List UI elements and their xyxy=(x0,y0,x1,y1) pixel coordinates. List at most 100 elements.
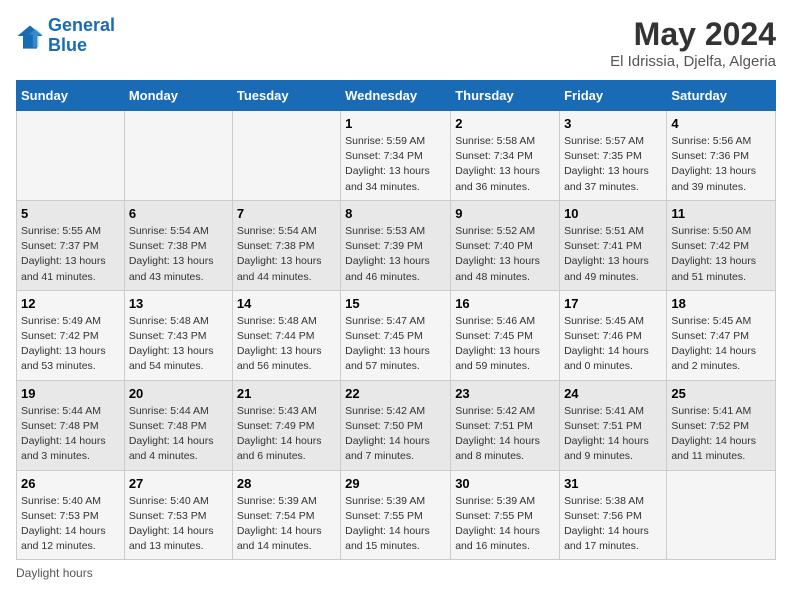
calendar-cell: 12 Sunrise: 5:49 AMSunset: 7:42 PMDayligh… xyxy=(17,290,125,380)
calendar-cell: 15 Sunrise: 5:47 AMSunset: 7:45 PMDayligh… xyxy=(341,290,451,380)
header-day-tuesday: Tuesday xyxy=(232,81,340,111)
day-info: Sunrise: 5:46 AMSunset: 7:45 PMDaylight:… xyxy=(455,314,555,375)
day-number: 30 xyxy=(455,476,555,491)
day-number: 26 xyxy=(21,476,120,491)
calendar-cell: 1 Sunrise: 5:59 AMSunset: 7:34 PMDaylight… xyxy=(341,111,451,201)
day-info: Sunrise: 5:38 AMSunset: 7:56 PMDaylight:… xyxy=(564,494,662,555)
header-day-saturday: Saturday xyxy=(667,81,776,111)
day-number: 14 xyxy=(237,296,336,311)
calendar-cell: 30Sunrise: 5:39 AMSunset: 7:55 PMDayligh… xyxy=(451,470,560,560)
day-number: 20 xyxy=(129,386,228,401)
day-info: Sunrise: 5:42 AMSunset: 7:50 PMDaylight:… xyxy=(345,404,446,465)
page-header: General Blue May 2024 El Idrissia, Djelf… xyxy=(16,16,776,70)
calendar-cell: 29Sunrise: 5:39 AMSunset: 7:55 PMDayligh… xyxy=(341,470,451,560)
day-number: 18 xyxy=(671,296,771,311)
day-number: 15 xyxy=(345,296,446,311)
day-number: 9 xyxy=(455,206,555,221)
day-info: Sunrise: 5:49 AMSunset: 7:42 PMDaylight:… xyxy=(21,314,120,375)
day-info: Sunrise: 5:42 AMSunset: 7:51 PMDaylight:… xyxy=(455,404,555,465)
day-info: Sunrise: 5:52 AMSunset: 7:40 PMDaylight:… xyxy=(455,224,555,285)
calendar-cell: 27Sunrise: 5:40 AMSunset: 7:53 PMDayligh… xyxy=(124,470,232,560)
calendar-cell: 18 Sunrise: 5:45 AMSunset: 7:47 PMDayligh… xyxy=(667,290,776,380)
logo-icon xyxy=(16,22,44,50)
header-day-monday: Monday xyxy=(124,81,232,111)
calendar-cell: 13 Sunrise: 5:48 AMSunset: 7:43 PMDayligh… xyxy=(124,290,232,380)
logo-line1: General xyxy=(48,15,115,35)
calendar-cell xyxy=(17,111,125,201)
day-info: Sunrise: 5:54 AMSunset: 7:38 PMDaylight:… xyxy=(237,224,336,285)
calendar-cell: 26Sunrise: 5:40 AMSunset: 7:53 PMDayligh… xyxy=(17,470,125,560)
day-number: 22 xyxy=(345,386,446,401)
day-info: Sunrise: 5:47 AMSunset: 7:45 PMDaylight:… xyxy=(345,314,446,375)
day-number: 23 xyxy=(455,386,555,401)
day-number: 21 xyxy=(237,386,336,401)
day-number: 5 xyxy=(21,206,120,221)
calendar-body: 1 Sunrise: 5:59 AMSunset: 7:34 PMDaylight… xyxy=(17,111,776,560)
day-number: 10 xyxy=(564,206,662,221)
day-number: 11 xyxy=(671,206,771,221)
week-row-3: 12 Sunrise: 5:49 AMSunset: 7:42 PMDayligh… xyxy=(17,290,776,380)
day-info: Sunrise: 5:57 AMSunset: 7:35 PMDaylight:… xyxy=(564,134,662,195)
calendar-cell: 21 Sunrise: 5:43 AMSunset: 7:49 PMDayligh… xyxy=(232,380,340,470)
day-info: Sunrise: 5:41 AMSunset: 7:51 PMDaylight:… xyxy=(564,404,662,465)
day-info: Sunrise: 5:44 AMSunset: 7:48 PMDaylight:… xyxy=(129,404,228,465)
day-number: 12 xyxy=(21,296,120,311)
day-number: 13 xyxy=(129,296,228,311)
day-number: 8 xyxy=(345,206,446,221)
logo-line2: Blue xyxy=(48,35,87,55)
week-row-2: 5 Sunrise: 5:55 AMSunset: 7:37 PMDaylight… xyxy=(17,200,776,290)
calendar-cell: 31 Sunrise: 5:38 AMSunset: 7:56 PMDayligh… xyxy=(560,470,667,560)
calendar-cell: 22 Sunrise: 5:42 AMSunset: 7:50 PMDayligh… xyxy=(341,380,451,470)
calendar-cell: 25 Sunrise: 5:41 AMSunset: 7:52 PMDayligh… xyxy=(667,380,776,470)
calendar-cell: 16Sunrise: 5:46 AMSunset: 7:45 PMDayligh… xyxy=(451,290,560,380)
day-info: Sunrise: 5:48 AMSunset: 7:43 PMDaylight:… xyxy=(129,314,228,375)
day-number: 24 xyxy=(564,386,662,401)
day-number: 17 xyxy=(564,296,662,311)
day-number: 6 xyxy=(129,206,228,221)
day-info: Sunrise: 5:45 AMSunset: 7:46 PMDaylight:… xyxy=(564,314,662,375)
header-day-thursday: Thursday xyxy=(451,81,560,111)
main-title: May 2024 xyxy=(610,16,776,53)
day-info: Sunrise: 5:39 AMSunset: 7:55 PMDaylight:… xyxy=(345,494,446,555)
calendar-cell: 24 Sunrise: 5:41 AMSunset: 7:51 PMDayligh… xyxy=(560,380,667,470)
calendar-cell: 14 Sunrise: 5:48 AMSunset: 7:44 PMDayligh… xyxy=(232,290,340,380)
logo: General Blue xyxy=(16,16,115,56)
header-day-friday: Friday xyxy=(560,81,667,111)
day-number: 2 xyxy=(455,116,555,131)
day-info: Sunrise: 5:40 AMSunset: 7:53 PMDaylight:… xyxy=(129,494,228,555)
day-info: Sunrise: 5:48 AMSunset: 7:44 PMDaylight:… xyxy=(237,314,336,375)
calendar-cell: 28Sunrise: 5:39 AMSunset: 7:54 PMDayligh… xyxy=(232,470,340,560)
footer: Daylight hours xyxy=(16,566,776,580)
day-info: Sunrise: 5:50 AMSunset: 7:42 PMDaylight:… xyxy=(671,224,771,285)
calendar-cell: 7Sunrise: 5:54 AMSunset: 7:38 PMDaylight… xyxy=(232,200,340,290)
day-number: 3 xyxy=(564,116,662,131)
calendar-cell: 9 Sunrise: 5:52 AMSunset: 7:40 PMDaylight… xyxy=(451,200,560,290)
week-row-4: 19 Sunrise: 5:44 AMSunset: 7:48 PMDayligh… xyxy=(17,380,776,470)
day-info: Sunrise: 5:56 AMSunset: 7:36 PMDaylight:… xyxy=(671,134,771,195)
header-row: SundayMondayTuesdayWednesdayThursdayFrid… xyxy=(17,81,776,111)
day-number: 4 xyxy=(671,116,771,131)
calendar-header: SundayMondayTuesdayWednesdayThursdayFrid… xyxy=(17,81,776,111)
day-info: Sunrise: 5:45 AMSunset: 7:47 PMDaylight:… xyxy=(671,314,771,375)
subtitle: El Idrissia, Djelfa, Algeria xyxy=(610,53,776,70)
day-info: Sunrise: 5:41 AMSunset: 7:52 PMDaylight:… xyxy=(671,404,771,465)
week-row-1: 1 Sunrise: 5:59 AMSunset: 7:34 PMDaylight… xyxy=(17,111,776,201)
header-day-wednesday: Wednesday xyxy=(341,81,451,111)
day-info: Sunrise: 5:39 AMSunset: 7:54 PMDaylight:… xyxy=(237,494,336,555)
day-number: 19 xyxy=(21,386,120,401)
footer-text: Daylight hours xyxy=(16,566,93,580)
day-info: Sunrise: 5:59 AMSunset: 7:34 PMDaylight:… xyxy=(345,134,446,195)
week-row-5: 26 Sunrise: 5:40 AMSunset: 7:53 PMDayligh… xyxy=(17,470,776,560)
day-number: 25 xyxy=(671,386,771,401)
day-info: Sunrise: 5:43 AMSunset: 7:49 PMDaylight:… xyxy=(237,404,336,465)
day-number: 31 xyxy=(564,476,662,491)
calendar-cell: 10Sunrise: 5:51 AMSunset: 7:41 PMDayligh… xyxy=(560,200,667,290)
day-number: 1 xyxy=(345,116,446,131)
day-info: Sunrise: 5:55 AMSunset: 7:37 PMDaylight:… xyxy=(21,224,120,285)
calendar-cell: 2Sunrise: 5:58 AMSunset: 7:34 PMDaylight… xyxy=(451,111,560,201)
calendar-table: SundayMondayTuesdayWednesdayThursdayFrid… xyxy=(16,80,776,560)
calendar-cell: 6Sunrise: 5:54 AMSunset: 7:38 PMDaylight… xyxy=(124,200,232,290)
day-info: Sunrise: 5:53 AMSunset: 7:39 PMDaylight:… xyxy=(345,224,446,285)
header-day-sunday: Sunday xyxy=(17,81,125,111)
calendar-cell: 17 Sunrise: 5:45 AMSunset: 7:46 PMDayligh… xyxy=(560,290,667,380)
